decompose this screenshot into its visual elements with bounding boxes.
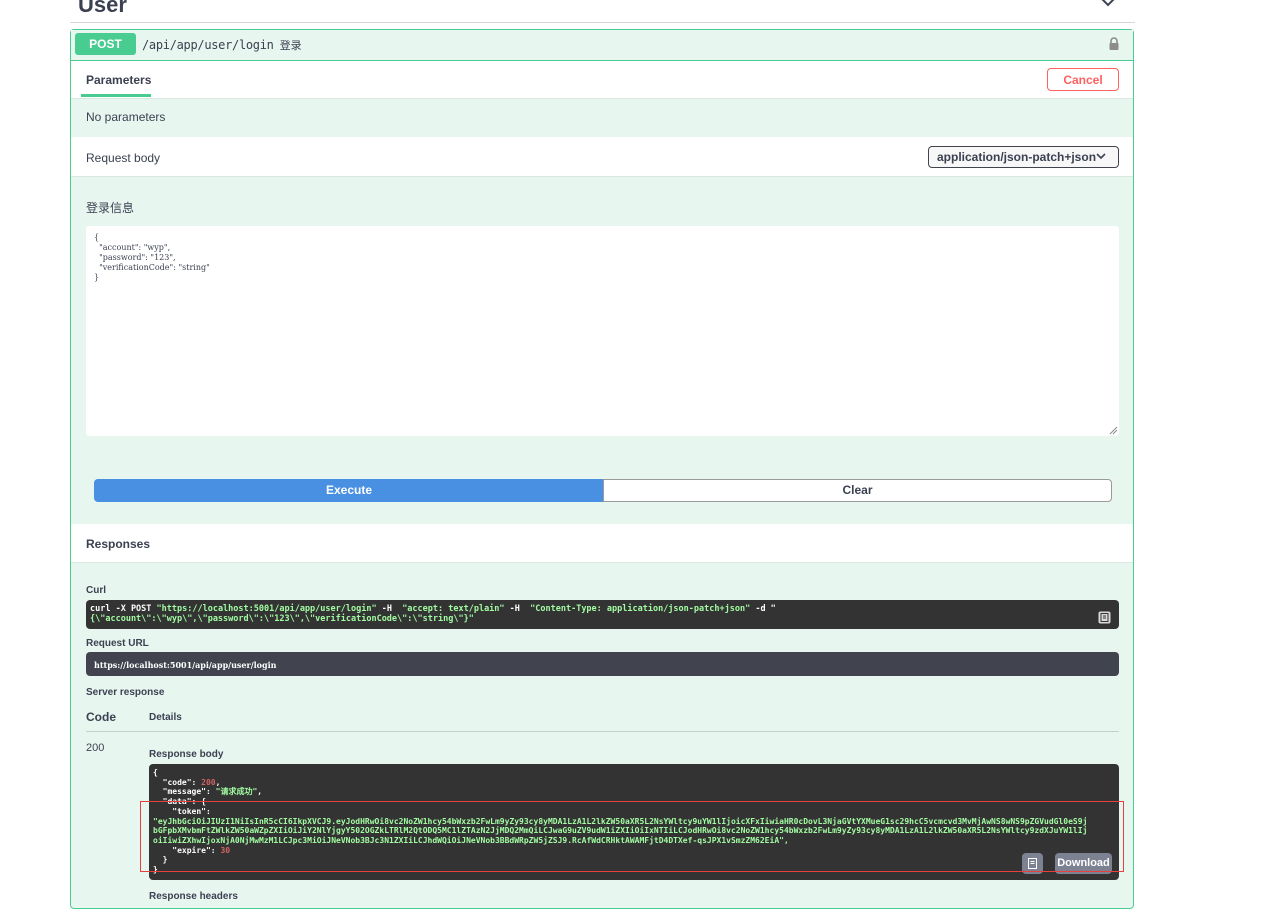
curl-label: Curl [86, 585, 106, 596]
lock-icon[interactable] [1108, 37, 1120, 51]
copy-icon[interactable] [1098, 611, 1111, 624]
operation-description: 登录 [279, 40, 302, 52]
request-url-label: Request URL [86, 638, 149, 649]
cancel-button[interactable]: Cancel [1047, 68, 1119, 91]
tab-parameters[interactable]: Parameters [86, 73, 151, 87]
operation-path: /api/app/user/login [142, 38, 274, 52]
method-badge: POST [75, 33, 136, 55]
responses-label: Responses [86, 537, 151, 551]
request-url[interactable]: https://localhost:5001/api/app/user/logi… [94, 660, 276, 670]
tag-divider [70, 22, 1135, 23]
operation-path-row[interactable]: /api/app/user/login 登录 [142, 37, 302, 53]
chevron-down-icon[interactable] [1100, 0, 1116, 8]
details-column-header: Details [149, 712, 182, 723]
highlight-annotation [140, 801, 1124, 872]
response-body-label: Response body [149, 749, 224, 760]
request-body-description: 登录信息 [86, 201, 135, 215]
table-divider [86, 731, 1119, 732]
curl-url: "https://localhost:5001/api/app/user/log… [156, 604, 377, 614]
clear-button[interactable]: Clear [603, 479, 1112, 502]
server-response-label: Server response [86, 687, 165, 698]
execute-button[interactable]: Execute [94, 479, 604, 502]
curl-cmd: curl -X POST [90, 604, 157, 614]
code-column-header: Code [86, 710, 116, 724]
parameters-header [71, 61, 1133, 99]
request-body-editor[interactable]: { "account": "wyp", "password": "123", "… [86, 226, 1119, 436]
resize-handle-icon[interactable] [1108, 425, 1118, 435]
curl-h2: -H [504, 604, 531, 614]
curl-command[interactable]: curl -X POST "https://localhost:5001/api… [90, 604, 776, 624]
content-type-select[interactable]: application/json-patch+json [928, 146, 1119, 168]
response-code: 200 [86, 742, 105, 754]
responses-header [71, 524, 1133, 563]
curl-d: -d " [750, 604, 776, 614]
request-body-json: { "account": "wyp", "password": "123", "… [94, 233, 210, 282]
curl-data: {\"account\":\"wyp\",\"password\":\"123\… [90, 614, 474, 624]
curl-accept: "accept: text/plain" [402, 604, 505, 614]
curl-h: -H [376, 604, 403, 614]
tab-active-indicator [81, 94, 151, 97]
curl-ctype: "Content-Type: application/json-patch+js… [530, 604, 751, 614]
no-parameters-text: No parameters [86, 110, 166, 124]
chevron-down-icon [1096, 153, 1106, 160]
request-body-label: Request body [86, 151, 161, 165]
json-message: "请求成功" [215, 787, 258, 797]
response-headers-label: Response headers [149, 891, 238, 902]
tag-title[interactable]: User [78, 0, 127, 18]
json-code: 200 [201, 777, 216, 787]
